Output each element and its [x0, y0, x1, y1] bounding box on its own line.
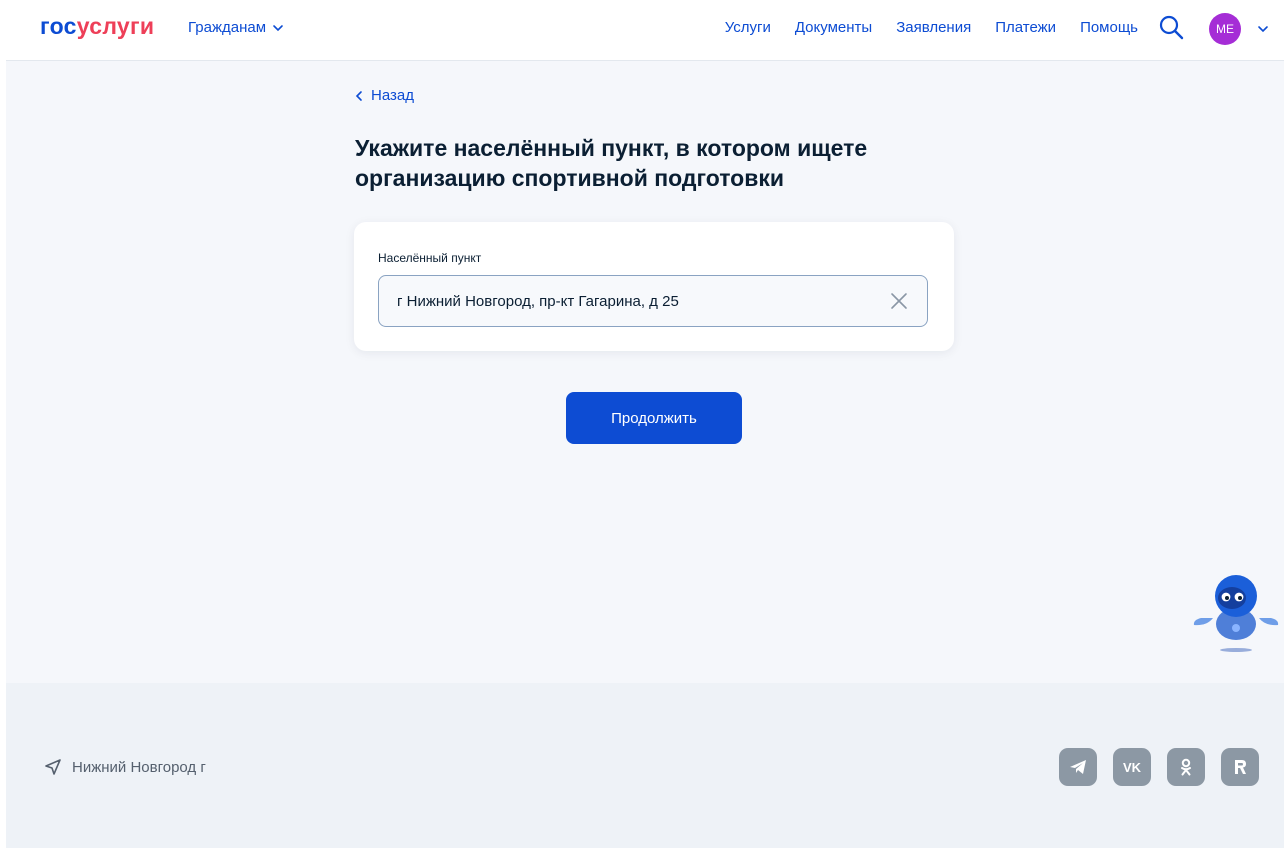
locality-field-label: Населённый пункт: [378, 251, 482, 265]
nav-payments[interactable]: Платежи: [995, 19, 1056, 36]
telegram-icon[interactable]: [1059, 748, 1097, 786]
nav-services[interactable]: Услуги: [725, 19, 771, 36]
rutube-icon[interactable]: [1221, 748, 1259, 786]
locality-input[interactable]: [379, 276, 887, 326]
continue-button[interactable]: Продолжить: [566, 392, 742, 444]
chevron-left-icon: [355, 90, 362, 101]
avatar-initials: ME: [1216, 22, 1234, 36]
assistant-robot-icon[interactable]: [1191, 568, 1281, 656]
odnoklassniki-icon[interactable]: [1167, 748, 1205, 786]
odnoklassniki-glyph: [1181, 758, 1191, 776]
locality-card: Населённый пункт: [354, 222, 954, 351]
location-arrow-icon: [45, 759, 61, 775]
user-avatar[interactable]: ME: [1209, 13, 1241, 45]
nav-help[interactable]: Помощь: [1080, 19, 1138, 36]
back-link[interactable]: Назад: [355, 87, 414, 104]
nav-documents[interactable]: Документы: [795, 19, 872, 36]
gosuslugi-logo[interactable]: госуслуги: [40, 13, 154, 40]
page: госуслуги Гражданам Услуги Документы Зая…: [6, 0, 1284, 848]
locality-input-wrapper: [378, 275, 928, 327]
clear-icon[interactable]: [889, 291, 909, 311]
vk-glyph: VK: [1123, 760, 1142, 775]
vk-icon[interactable]: VK: [1113, 748, 1151, 786]
main-nav: Услуги Документы Заявления Платежи Помощ…: [725, 19, 1138, 36]
role-menu[interactable]: Гражданам: [188, 19, 284, 36]
search-icon[interactable]: [1158, 14, 1184, 40]
telegram-glyph: [1070, 760, 1086, 774]
location-selector[interactable]: Нижний Новгород г: [44, 758, 206, 776]
back-link-label: Назад: [371, 87, 414, 104]
top-header: госуслуги Гражданам Услуги Документы Зая…: [6, 0, 1284, 61]
social-links: VK: [1059, 748, 1259, 786]
location-label: Нижний Новгород г: [72, 758, 206, 776]
page-title: Укажите населённый пункт, в котором ищет…: [355, 135, 868, 191]
role-menu-label: Гражданам: [188, 19, 267, 36]
nav-applications[interactable]: Заявления: [896, 19, 971, 36]
chevron-down-icon: [273, 24, 283, 31]
avatar-chevron-down-icon[interactable]: [1257, 23, 1269, 35]
svg-text:VK: VK: [1123, 760, 1142, 775]
rutube-glyph: [1235, 760, 1246, 774]
footer: Нижний Новгород г VK: [6, 683, 1284, 848]
